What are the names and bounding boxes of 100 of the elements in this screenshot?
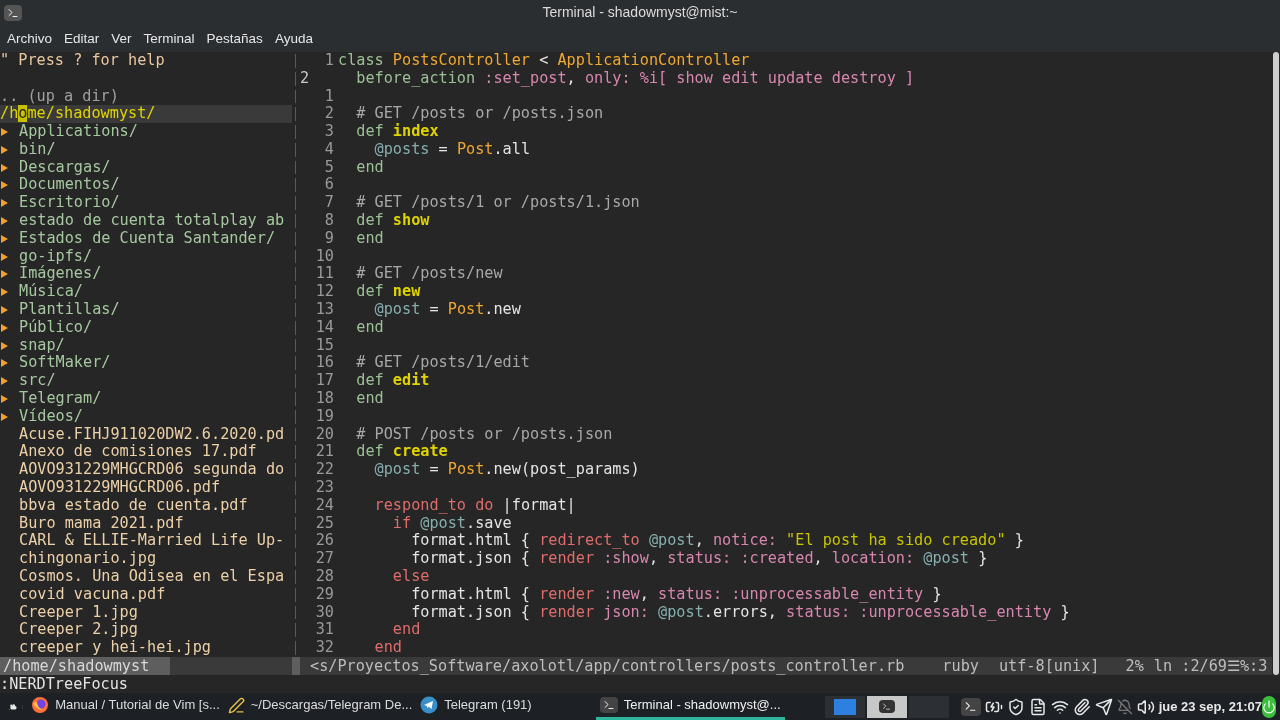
terminal-icon bbox=[4, 4, 22, 21]
paperclip-icon[interactable] bbox=[1072, 697, 1091, 716]
code-line: # GET /posts or /posts.json bbox=[355, 105, 604, 123]
code-line: @post = Post.new(post_params) bbox=[373, 461, 640, 480]
power-icon[interactable] bbox=[1262, 695, 1276, 718]
line-number: 11 bbox=[314, 265, 334, 284]
caret-icon bbox=[1, 128, 8, 136]
line-number: 26 bbox=[314, 532, 334, 551]
notes-icon[interactable] bbox=[1028, 697, 1047, 716]
workspace-button[interactable] bbox=[866, 695, 907, 718]
browser-icon bbox=[31, 696, 50, 714]
folder-name[interactable]: Público/ bbox=[19, 318, 93, 337]
taskbar-task[interactable]: Telegram (191) bbox=[416, 693, 536, 720]
file-name[interactable]: Creeper 2.jpg bbox=[19, 621, 138, 640]
file-name[interactable]: CARL & ELLIE-Married Life Up- bbox=[19, 532, 285, 551]
terminal-icon[interactable] bbox=[960, 697, 981, 716]
line-number: 6 bbox=[323, 176, 334, 195]
folder-name[interactable]: estado de cuenta totalplay ab bbox=[19, 212, 285, 230]
folder-name[interactable]: Plantillas/ bbox=[19, 301, 120, 319]
line-number: 21 bbox=[314, 443, 334, 462]
file-name[interactable]: AOVO931229MHGCRD06.pdf bbox=[19, 479, 221, 497]
scroll-percent: 2% bbox=[1125, 657, 1144, 675]
code-line: if @post.save bbox=[392, 514, 512, 533]
line-number: 2 bbox=[323, 105, 334, 124]
code-line: def new bbox=[355, 283, 421, 302]
menu-item[interactable]: Ayuda bbox=[268, 28, 319, 50]
menu-item[interactable]: Ver bbox=[105, 28, 138, 50]
menu-item[interactable]: Terminal bbox=[137, 28, 201, 50]
volume-icon[interactable] bbox=[1136, 697, 1155, 716]
file-name[interactable]: covid vacuna.pdf bbox=[19, 585, 166, 604]
line-number: 9 bbox=[323, 229, 334, 248]
file-name[interactable]: Cosmos. Una Odisea en el Espa bbox=[19, 568, 285, 586]
code-line: class PostsController < ApplicationController bbox=[338, 51, 750, 70]
line-number: 15 bbox=[314, 336, 334, 355]
help-text: " Press ? for help bbox=[0, 51, 165, 70]
menu-item[interactable]: Archivo bbox=[1, 28, 58, 50]
clock[interactable]: jue 23 sep, 21:07 bbox=[1158, 696, 1262, 717]
file-name[interactable]: chingonario.jpg bbox=[19, 550, 157, 568]
line-number: 31 bbox=[314, 621, 334, 640]
code-line: format.html { render :new, status: :unprocessable_entity } bbox=[410, 585, 942, 604]
code-line: end bbox=[355, 229, 384, 248]
folder-name[interactable]: Imágenes/ bbox=[19, 265, 102, 284]
folder-name[interactable]: src/ bbox=[19, 372, 56, 391]
code-line: else bbox=[391, 568, 430, 586]
code-line: @posts = Post.all bbox=[373, 140, 531, 159]
file-name[interactable]: creeper y hei-hei.jpg bbox=[19, 639, 212, 657]
code-line: end bbox=[355, 318, 384, 337]
line-number: 29 bbox=[314, 585, 334, 604]
line-number: 1 bbox=[323, 51, 334, 70]
line-number: 13 bbox=[314, 301, 334, 319]
file-name[interactable]: bbva estado de cuenta.pdf bbox=[19, 496, 248, 515]
shield-icon[interactable] bbox=[1006, 697, 1025, 716]
terminal-icon bbox=[878, 700, 895, 713]
window-thumbnail bbox=[833, 698, 856, 715]
line-number: 1 bbox=[323, 87, 334, 106]
code-line: def edit bbox=[355, 372, 430, 391]
file-name[interactable]: Creeper 1.jpg bbox=[19, 603, 138, 622]
code-line: def create bbox=[355, 443, 448, 462]
file-name[interactable]: Buro mama 2021.pdf bbox=[19, 514, 184, 533]
folder-name[interactable]: SoftMaker/ bbox=[19, 354, 111, 373]
folder-name[interactable]: bin/ bbox=[19, 140, 56, 159]
code-line: # POST /posts or /posts.json bbox=[355, 425, 613, 444]
folder-name[interactable]: Telegram/ bbox=[19, 390, 102, 408]
bell-off-icon[interactable] bbox=[1116, 698, 1133, 715]
menu-item[interactable]: Pestañas bbox=[200, 28, 269, 50]
folder-name[interactable]: Escritorio/ bbox=[19, 194, 120, 213]
file-name[interactable]: Acuse.FIHJ911020DW2.6.2020.pd bbox=[19, 425, 285, 444]
code-line: end bbox=[391, 621, 421, 640]
folder-name[interactable]: Descargas/ bbox=[19, 158, 111, 177]
line-number: 23 bbox=[314, 479, 334, 497]
line-number: 24 bbox=[314, 496, 334, 515]
code-line: def index bbox=[355, 123, 439, 141]
workspace-button[interactable] bbox=[824, 695, 865, 718]
line-number: 20 bbox=[314, 425, 334, 444]
folder-name[interactable]: snap/ bbox=[19, 336, 65, 355]
code-line: format.json { render json: @post.errors, status: :unprocessable_entity } bbox=[410, 603, 1070, 622]
folder-name[interactable]: Documentos/ bbox=[19, 176, 120, 195]
folder-name[interactable]: Vídeos/ bbox=[19, 407, 83, 426]
code-line: end bbox=[355, 158, 384, 177]
menu-item[interactable]: Editar bbox=[58, 28, 106, 50]
folder-name[interactable]: go-ipfs/ bbox=[19, 247, 93, 266]
folder-name[interactable]: Applications/ bbox=[19, 123, 138, 141]
code-line: # GET /posts/1 or /posts/1.json bbox=[355, 194, 640, 213]
code-line: # GET /posts/1/edit bbox=[355, 354, 531, 372]
folder-name[interactable]: Música/ bbox=[19, 283, 83, 302]
folder-name[interactable]: Estados de Cuenta Santander/ bbox=[19, 229, 276, 248]
taskbar-task[interactable]: ~/Descargas/Telegram De... bbox=[223, 693, 417, 720]
line-number: 3 bbox=[323, 123, 334, 141]
code-line: format.html { redirect_to @post, notice: "El post ha sido creado" } bbox=[410, 532, 1024, 551]
file-name[interactable]: AOVO931229MHGCRD06 segunda do bbox=[19, 461, 285, 480]
file-name[interactable]: Anexo de comisiones 17.pdf bbox=[19, 443, 257, 462]
code-line: @post = Post.new bbox=[373, 301, 521, 319]
taskbar-task[interactable]: Terminal - shadowmyst@... bbox=[595, 693, 785, 720]
taskbar-task[interactable]: Manual / Tutorial de Vim [s... bbox=[27, 693, 224, 720]
line-number: 12 bbox=[314, 283, 334, 302]
line-number: 25 bbox=[314, 514, 334, 533]
telegram-icon[interactable] bbox=[1094, 697, 1113, 716]
line-number: 22 bbox=[314, 461, 334, 480]
up-a-dir[interactable]: .. (up a dir) bbox=[0, 87, 119, 106]
window-title: Terminal - shadowmyst@mist:~ bbox=[542, 3, 738, 23]
